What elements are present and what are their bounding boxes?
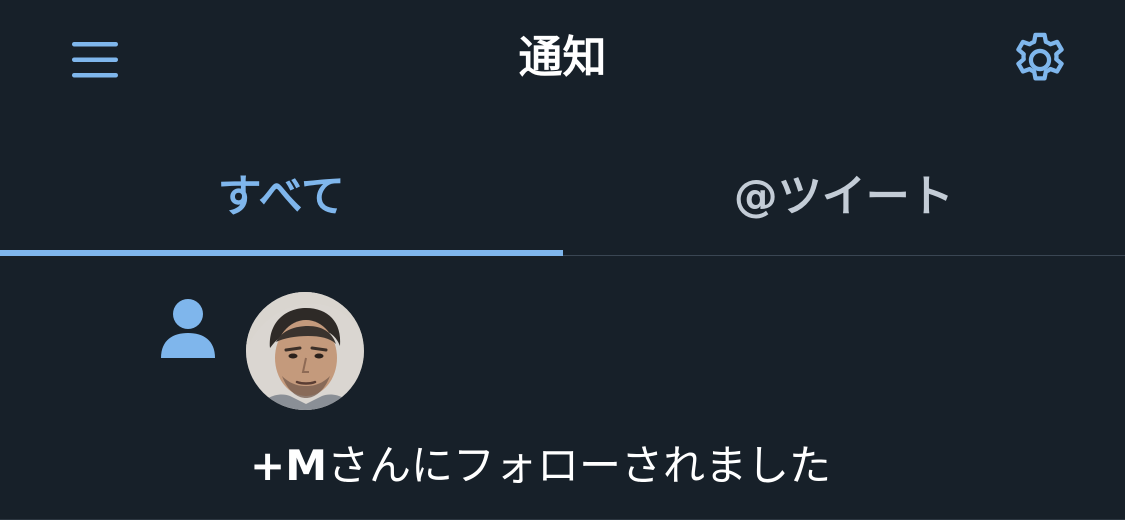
notifications-screen: 通知 すべて @ツイート +Mさんにフォローされました — [0, 0, 1125, 520]
person-follow-icon — [161, 299, 215, 358]
follower-name[interactable]: +M — [250, 441, 327, 490]
tab-mentions[interactable]: @ツイート — [563, 128, 1125, 255]
notification-text: +Mさんにフォローされました — [250, 436, 831, 496]
tab-mentions-label: @ツイート — [733, 170, 954, 222]
gear-icon — [1016, 32, 1064, 81]
notification-tabs: すべて @ツイート — [0, 128, 1125, 256]
notification-message: さんにフォローされました — [327, 441, 832, 490]
follow-notification[interactable]: +Mさんにフォローされました — [0, 256, 1125, 520]
page-title: 通知 — [518, 32, 607, 83]
tab-all[interactable]: すべて — [0, 128, 563, 256]
tab-all-label: すべて — [217, 170, 345, 222]
top-app-bar: 通知 — [0, 0, 1125, 120]
user-photo — [246, 292, 364, 410]
settings-button[interactable] — [1000, 24, 1080, 96]
avatar[interactable] — [246, 292, 364, 410]
